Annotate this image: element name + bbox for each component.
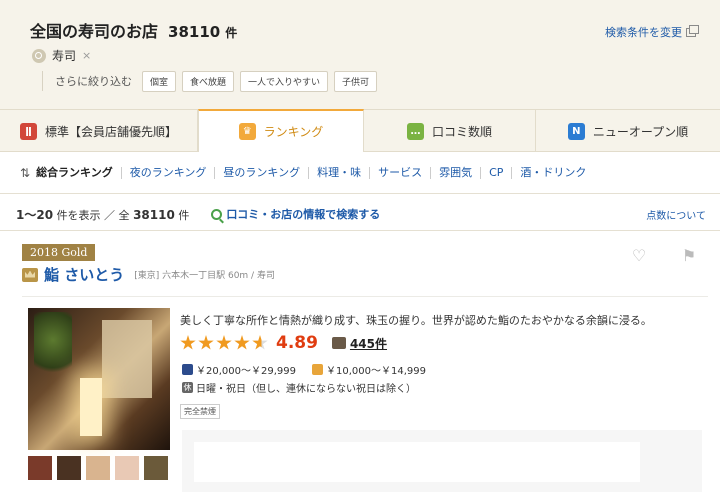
calendar-icon: 休 <box>182 382 193 393</box>
photo-plant <box>34 312 72 382</box>
chip-all-you-can-eat[interactable]: 食べ放題 <box>182 70 235 92</box>
result-count-unit: 件 <box>225 26 238 40</box>
change-search-link[interactable]: 検索条件を変更 <box>605 24 699 40</box>
page-title: 全国の寿司のお店 <box>30 22 159 41</box>
chip-solo-friendly[interactable]: 一人で入りやすい <box>240 70 329 92</box>
review-icon <box>331 337 346 349</box>
half-star-icon <box>252 335 268 350</box>
review-search-link[interactable]: 口コミ・お店の情報で検索する <box>211 206 380 222</box>
no-smoking-tag: 完全禁煙 <box>180 404 220 419</box>
tab-new-open-label: ニューオープン順 <box>592 124 689 139</box>
n-icon: N <box>567 122 585 140</box>
heart-check-icon[interactable]: ♡ <box>630 246 648 265</box>
crown-icon <box>22 267 38 282</box>
award-badge: 2018 Gold <box>22 244 96 261</box>
range-value: 1～20 <box>16 207 54 222</box>
tab-new-open[interactable]: N ニューオープン順 <box>536 110 720 152</box>
star-icon <box>180 335 196 350</box>
chip-private-room[interactable]: 個室 <box>142 70 177 92</box>
range-suffix: 件を表示 ／ 全 <box>56 208 130 222</box>
tab-review-count[interactable]: … 口コミ数順 <box>364 110 536 152</box>
lunch-icon <box>311 364 323 375</box>
thumbnail[interactable] <box>57 456 81 480</box>
result-count: 38110 <box>168 23 221 41</box>
speech-bubble-icon: … <box>406 122 424 140</box>
rating-score: 4.89 <box>276 333 318 353</box>
crown-icon: ♛ <box>238 123 256 140</box>
dinner-icon <box>182 364 193 375</box>
refine-label: さらに絞り込む <box>55 75 132 88</box>
total-value: 38110 <box>133 207 175 222</box>
price-row: ￥20,000～￥29,999 ￥10,000～￥14,999 <box>182 362 426 377</box>
rating-row: 4.89 445件 <box>180 333 387 353</box>
pr-placeholder <box>194 442 640 482</box>
tab-ranking[interactable]: ♛ ランキング <box>198 109 364 152</box>
result-range: 1～20 件を表示 ／ 全 38110 件 <box>16 206 189 223</box>
restaurant-photo[interactable] <box>28 308 170 450</box>
sort-icon: ⇅ <box>20 166 31 180</box>
subnav-night[interactable]: 夜のランキング <box>122 167 216 179</box>
thumbnail[interactable] <box>28 456 52 480</box>
chip-kids-ok[interactable]: 子供可 <box>334 70 378 92</box>
photo-thumbnails <box>28 456 168 480</box>
subnav-drinks[interactable]: 酒・ドリンク <box>512 167 594 179</box>
dinner-price: ￥20,000～￥29,999 <box>196 366 296 377</box>
card-actions: ♡ ⚑ <box>630 246 698 265</box>
review-count-link[interactable]: 445件 <box>350 335 387 352</box>
refine-row: さらに絞り込む 個室 食べ放題 一人で入りやすい 子供可 <box>42 70 383 92</box>
photo-lamp <box>80 378 102 436</box>
tab-standard-label: 標準【会員店舗優先順】 <box>44 124 177 139</box>
search-icon <box>32 48 46 63</box>
change-search-label: 検索条件を変更 <box>605 26 682 39</box>
star-rating <box>180 335 268 351</box>
review-search-label: 口コミ・お店の情報で検索する <box>226 208 381 221</box>
sort-tabs: ǁ 標準【会員店舗優先順】 ♛ ランキング … 口コミ数順 N ニューオープン順 <box>0 109 720 152</box>
subnav-cp[interactable]: CP <box>481 167 513 179</box>
external-window-icon <box>686 24 699 37</box>
subnav-service[interactable]: サービス <box>370 167 432 179</box>
title-row: 全国の寿司のお店 38110 件 <box>30 18 237 42</box>
thumbnail[interactable] <box>115 456 139 480</box>
divider <box>0 193 720 194</box>
tab-standard[interactable]: ǁ 標準【会員店舗優先順】 <box>0 110 198 152</box>
keyword-row: 寿司 × <box>32 47 91 64</box>
closed-days: 日曜・祝日（但し、連休にならない祝日は除く） <box>196 384 416 395</box>
search-header: 全国の寿司のお店 38110 件 検索条件を変更 寿司 × さらに絞り込む 個室… <box>0 0 720 110</box>
lunch-price: ￥10,000～￥14,999 <box>325 366 426 377</box>
tab-ranking-label: ランキング <box>263 125 324 139</box>
bookmark-icon[interactable]: ⚑ <box>680 246 698 265</box>
divider <box>0 230 720 231</box>
about-points-link[interactable]: 点数について <box>646 207 706 222</box>
magnifier-icon <box>211 208 223 220</box>
subnav-overall[interactable]: 総合ランキング <box>36 167 122 179</box>
star-icon <box>216 335 232 350</box>
star-icon <box>234 335 250 350</box>
card-divider <box>22 296 708 297</box>
subnav-day[interactable]: 昼のランキング <box>215 167 310 179</box>
fork-knife-icon: ǁ <box>19 122 37 140</box>
ranking-subnav: ⇅ 総合ランキング 夜のランキング 昼のランキング 料理・味 サービス 雰囲気 … <box>0 160 720 186</box>
tab-review-count-label: 口コミ数順 <box>431 124 492 139</box>
restaurant-name[interactable]: 鮨 さいとう <box>44 264 124 285</box>
photo-noren <box>102 320 152 398</box>
thumbnail[interactable] <box>86 456 110 480</box>
pr-box <box>182 430 702 492</box>
restaurant-name-row: 鮨 さいとう [東京] 六本木一丁目駅 60m / 寿司 <box>22 264 275 285</box>
catch-copy: 美しく丁寧な所作と情熱が織り成す、珠玉の握り。世界が認めた鮨のたおやかなる余韻に… <box>180 314 652 327</box>
result-summary-row: 1～20 件を表示 ／ 全 38110 件 口コミ・お店の情報で検索する 点数に… <box>16 205 706 223</box>
star-icon <box>198 335 214 350</box>
thumbnail[interactable] <box>144 456 168 480</box>
subnav-atmosphere[interactable]: 雰囲気 <box>431 167 482 179</box>
subnav-food[interactable]: 料理・味 <box>309 167 371 179</box>
restaurant-area: [東京] 六本木一丁目駅 60m / 寿司 <box>134 271 275 281</box>
closed-days-row: 休 日曜・祝日（但し、連休にならない祝日は除く） <box>182 380 416 395</box>
remove-keyword-icon[interactable]: × <box>82 49 91 62</box>
total-unit: 件 <box>178 208 190 222</box>
keyword-tag: 寿司 <box>52 49 77 63</box>
